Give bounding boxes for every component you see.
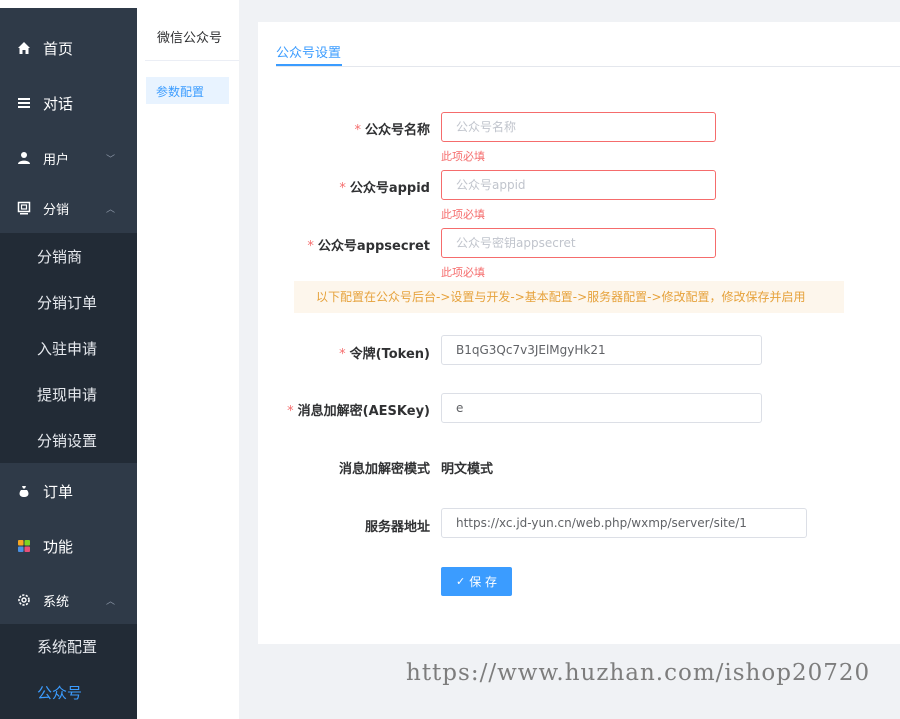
sidebar-item-label: 订单 <box>43 482 74 501</box>
submenu-item-withdrawal-requests[interactable]: 提现申请 <box>37 384 97 405</box>
secondary-menu-item-label: 参数配置 <box>156 85 205 99</box>
sidebar-item-label: 系统 <box>43 594 70 610</box>
name-input[interactable]: 公众号名称 <box>441 112 716 142</box>
encrypt-mode-value: 明文模式 <box>441 462 494 477</box>
secondary-menu-item-params[interactable]: 参数配置 <box>146 77 229 104</box>
submenu-item-official-account[interactable]: 公众号 <box>37 682 82 703</box>
tab-official-account-settings[interactable]: 公众号设置 <box>276 42 341 61</box>
settings-card: 公众号设置 * 公众号名称 公众号名称 此项必填 * 公众号appid 公众号app… <box>258 22 900 644</box>
sidebar-item-label: 用户 <box>43 152 70 168</box>
sidebar-item-chat[interactable]: 对话 <box>0 89 137 117</box>
system-submenu: 系统配置 公众号 <box>0 624 137 719</box>
check-icon: ✓ <box>455 575 466 588</box>
encrypt-mode-label: 消息加解密模式 <box>338 462 430 477</box>
sidebar-item-system[interactable]: 系统 ︿ <box>0 586 137 614</box>
name-error: 此项必填 <box>441 150 485 163</box>
server-url-input[interactable]: https://xc.jd-yun.cn/web.php/wxmp/server… <box>441 508 807 538</box>
divider <box>145 60 239 61</box>
sidebar-item-label: 分销 <box>43 202 70 218</box>
submenu-item-distribution-orders[interactable]: 分销订单 <box>37 292 97 313</box>
sidebar-item-label: 功能 <box>43 537 74 556</box>
name-label: * 公众号名称 <box>354 123 430 138</box>
save-button-label: 保 存 <box>469 575 498 589</box>
appsecret-label: * 公众号appsecret <box>307 239 430 254</box>
submenu-item-distributors[interactable]: 分销商 <box>37 246 82 267</box>
appsecret-input[interactable]: 公众号密钥appsecret <box>441 228 716 258</box>
monitor-icon <box>17 201 31 215</box>
appid-error: 此项必填 <box>441 208 485 221</box>
token-input[interactable]: B1qG3Qc7v3JElMgyHk21 <box>441 335 762 365</box>
config-notice: 以下配置在公众号后台->设置与开发->基本配置->服务器配置->修改配置，修改保… <box>294 281 844 313</box>
menu-icon <box>17 96 31 110</box>
user-icon <box>17 151 31 165</box>
appid-label: * 公众号appid <box>339 181 430 196</box>
distribution-submenu: 分销商 分销订单 入驻申请 提现申请 分销设置 <box>0 233 137 463</box>
server-url-label: 服务器地址 <box>364 520 430 535</box>
gear-icon <box>17 593 31 607</box>
sidebar-item-label: 首页 <box>43 39 74 58</box>
sidebar-top-strip <box>0 0 137 8</box>
sidebar: 首页 对话 用户 ﹀ 分销 ︿ 分销商 分销订单 入驻申请 提现申请 分销设置 … <box>0 0 137 719</box>
tab-divider <box>276 66 900 67</box>
appsecret-error: 此项必填 <box>441 266 485 279</box>
secondary-menu: 微信公众号 参数配置 <box>137 0 239 719</box>
submenu-item-join-requests[interactable]: 入驻申请 <box>37 338 97 359</box>
chevron-down-icon: ﹀ <box>105 154 115 165</box>
aeskey-input[interactable]: e <box>441 393 762 423</box>
token-label: * 令牌(Token) <box>339 347 430 362</box>
submenu-item-distribution-settings[interactable]: 分销设置 <box>37 430 97 451</box>
home-icon <box>17 41 31 55</box>
sidebar-item-distribution[interactable]: 分销 ︿ <box>0 194 137 222</box>
tab-active-indicator <box>276 64 342 66</box>
grid-icon <box>17 539 31 553</box>
submenu-item-system-config[interactable]: 系统配置 <box>37 636 97 657</box>
sidebar-item-label: 对话 <box>43 94 74 113</box>
chevron-up-icon: ︿ <box>105 596 115 607</box>
aeskey-label: * 消息加解密(AESKey) <box>287 404 430 419</box>
sidebar-item-orders[interactable]: 订单 <box>0 477 137 505</box>
chevron-up-icon: ︿ <box>105 204 115 215</box>
secondary-menu-title: 微信公众号 <box>157 31 223 46</box>
sidebar-item-users[interactable]: 用户 ﹀ <box>0 144 137 172</box>
watermark: https://www.huzhan.com/ishop20720 <box>406 660 871 686</box>
sidebar-item-home[interactable]: 首页 <box>0 34 137 62</box>
bag-icon <box>17 484 31 498</box>
sidebar-item-features[interactable]: 功能 <box>0 532 137 560</box>
save-button[interactable]: ✓ 保 存 <box>441 567 512 596</box>
appid-input[interactable]: 公众号appid <box>441 170 716 200</box>
